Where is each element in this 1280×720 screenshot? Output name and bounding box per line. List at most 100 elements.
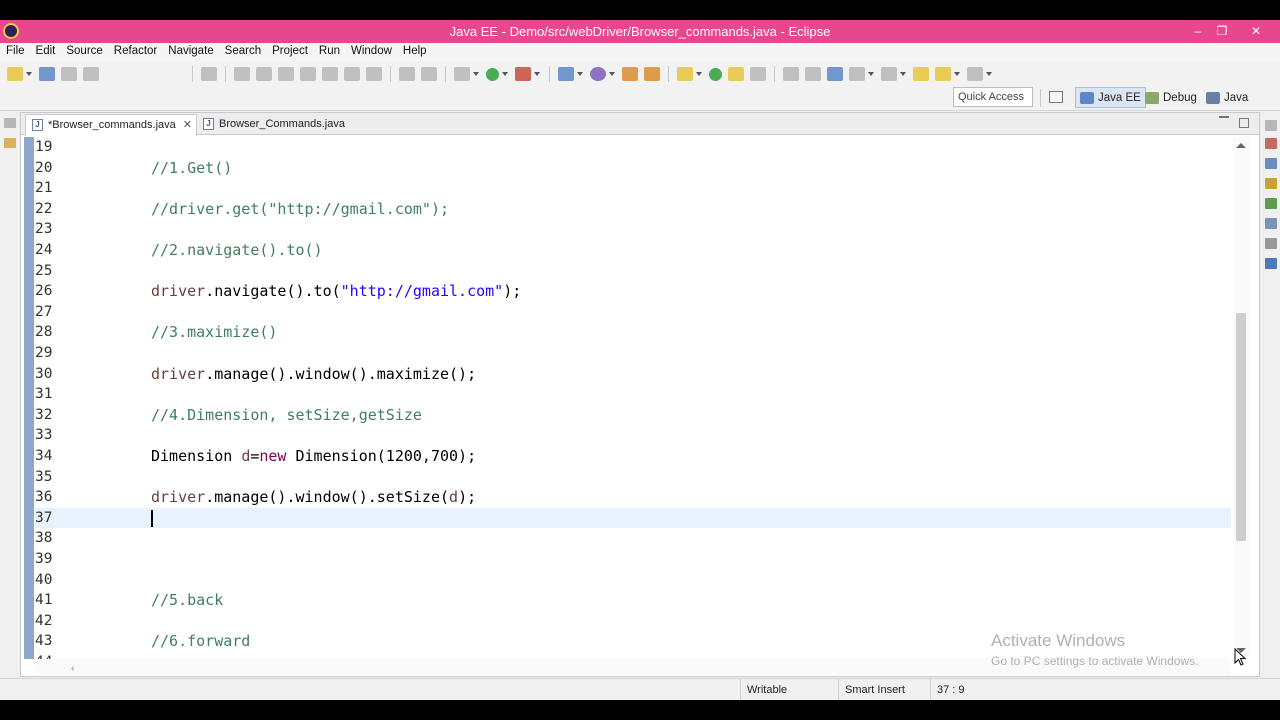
menu-edit[interactable]: Edit	[30, 43, 61, 57]
next-edit-dropdown-icon[interactable]	[900, 72, 906, 76]
properties-view-icon[interactable]	[1265, 158, 1277, 169]
code-line[interactable]: 24 //2.navigate().to()	[35, 240, 1231, 261]
code-line[interactable]: 25	[35, 261, 1231, 282]
step-into-icon[interactable]	[322, 67, 338, 81]
close-button[interactable]: ✕	[1244, 22, 1268, 40]
markers-view-icon[interactable]	[1265, 138, 1277, 149]
debug-gear-icon[interactable]	[454, 67, 470, 81]
menu-project[interactable]: Project	[266, 43, 313, 57]
code-line[interactable]: 21	[35, 178, 1231, 199]
menu-refactor[interactable]: Refactor	[108, 43, 162, 57]
new-icon[interactable]	[7, 67, 23, 81]
minimize-button[interactable]: –	[1186, 22, 1210, 40]
open-perspective-icon[interactable]	[1049, 91, 1063, 103]
pin-editor-icon[interactable]	[849, 67, 865, 81]
search-icon[interactable]	[677, 67, 693, 81]
restore-button[interactable]: ❐	[1210, 22, 1234, 40]
console-view-icon[interactable]	[1265, 258, 1277, 269]
show-whitespace-icon[interactable]	[805, 67, 821, 81]
code-line[interactable]: 39	[35, 549, 1231, 570]
new-server-dropdown-icon[interactable]	[577, 72, 583, 76]
code-line[interactable]: 26 driver.navigate().to("http://gmail.com…	[35, 281, 1231, 302]
menu-run[interactable]: Run	[313, 43, 345, 57]
back-icon[interactable]	[935, 67, 951, 81]
problems-view-icon[interactable]	[1265, 238, 1277, 249]
code-line[interactable]: 30 driver.manage().window().maximize();	[35, 364, 1231, 385]
perspective-debug[interactable]: Debug	[1141, 87, 1201, 108]
block-selection-icon[interactable]	[783, 67, 799, 81]
drop-to-frame-icon[interactable]	[399, 67, 415, 81]
debug-dropdown-icon[interactable]	[473, 72, 479, 76]
tab-browser-commands[interactable]: J Browser_Commands.java	[197, 114, 367, 135]
code-line[interactable]: 36 driver.manage().window().setSize(d);	[35, 487, 1231, 508]
code-line[interactable]: 27	[35, 302, 1231, 323]
next-edit-icon[interactable]	[881, 67, 897, 81]
new-java-class-dropdown-icon[interactable]	[609, 72, 615, 76]
back-dropdown-icon[interactable]	[954, 72, 960, 76]
quick-access-field[interactable]: Quick Access	[953, 87, 1033, 107]
terminate-icon[interactable]	[278, 67, 294, 81]
use-step-filters-icon[interactable]	[421, 67, 437, 81]
restore-view-icon[interactable]	[4, 118, 16, 128]
menu-window[interactable]: Window	[345, 43, 397, 57]
search-dropdown-icon[interactable]	[696, 72, 702, 76]
last-edit-location-icon[interactable]	[913, 67, 929, 81]
external-tools-icon[interactable]	[515, 67, 531, 81]
menu-file[interactable]: File	[0, 43, 30, 57]
new-server-icon[interactable]	[558, 67, 574, 81]
menu-source[interactable]: Source	[60, 43, 107, 57]
print-icon[interactable]	[83, 67, 99, 81]
code-line[interactable]: 35	[35, 467, 1231, 488]
menu-help[interactable]: Help	[397, 43, 432, 57]
package-explorer-icon[interactable]	[4, 138, 16, 148]
code-line[interactable]: 40	[35, 570, 1231, 591]
code-line[interactable]: 29	[35, 343, 1231, 364]
vertical-scrollbar[interactable]	[1233, 137, 1249, 659]
code-line[interactable]: 31	[35, 384, 1231, 405]
maximize-editor-icon[interactable]	[1239, 118, 1249, 128]
menu-navigate[interactable]: Navigate	[162, 43, 218, 57]
code-line[interactable]: 32 //4.Dimension, setSize,getSize	[35, 405, 1231, 426]
save-icon[interactable]	[39, 67, 55, 81]
pin-dropdown-icon[interactable]	[868, 72, 874, 76]
skip-breakpoints-icon[interactable]	[201, 67, 217, 81]
scroll-up-icon[interactable]	[1236, 143, 1246, 148]
new-dropdown-icon[interactable]	[26, 72, 32, 76]
disconnect-icon[interactable]	[300, 67, 316, 81]
toggle-mark-occurrences-icon[interactable]	[728, 67, 744, 81]
menu-search[interactable]: Search	[219, 43, 266, 57]
web-browser-icon[interactable]	[827, 67, 843, 81]
code-line[interactable]: 38	[35, 528, 1231, 549]
code-line[interactable]: 23	[35, 219, 1231, 240]
snippets-view-icon[interactable]	[1265, 218, 1277, 229]
code-line[interactable]: 37	[35, 507, 1231, 529]
forward-icon[interactable]	[967, 67, 983, 81]
code-line[interactable]: 20 //1.Get()	[35, 158, 1231, 179]
perspective-java[interactable]: Java	[1202, 87, 1252, 108]
suspend-icon[interactable]	[256, 67, 272, 81]
code-line[interactable]: 22 //driver.get("http://gmail.com");	[35, 199, 1231, 220]
open-task-icon[interactable]	[644, 67, 660, 81]
perspective-java-ee[interactable]: Java EE	[1075, 87, 1146, 108]
code-line[interactable]: 28 //3.maximize()	[35, 322, 1231, 343]
next-annotation-icon[interactable]	[709, 67, 722, 81]
close-tab-icon[interactable]: ✕	[183, 118, 192, 131]
code-line[interactable]: 41 //5.back	[35, 590, 1231, 611]
code-line[interactable]: 34 Dimension d=new Dimension(1200,700);	[35, 446, 1231, 467]
resume-icon[interactable]	[234, 67, 250, 81]
restore-view-icon[interactable]	[1265, 120, 1277, 131]
save-all-icon[interactable]	[61, 67, 77, 81]
scroll-thumb[interactable]	[1236, 313, 1246, 541]
servers-view-icon[interactable]	[1265, 178, 1277, 189]
minimize-editor-icon[interactable]	[1219, 116, 1229, 118]
external-tools-dropdown-icon[interactable]	[534, 72, 540, 76]
code-editor[interactable]: 19 20 //1.Get() 21 22 //driver.get("http://gm…	[35, 137, 1231, 659]
code-line[interactable]: 42	[35, 611, 1231, 632]
step-return-icon[interactable]	[366, 67, 382, 81]
open-type-icon[interactable]	[622, 67, 638, 81]
run-icon[interactable]	[486, 67, 499, 81]
tab-browser-commands-active[interactable]: J *Browser_commands.java ✕	[25, 114, 197, 136]
new-java-class-icon[interactable]	[590, 67, 606, 81]
step-over-icon[interactable]	[344, 67, 360, 81]
forward-dropdown-icon[interactable]	[986, 72, 992, 76]
